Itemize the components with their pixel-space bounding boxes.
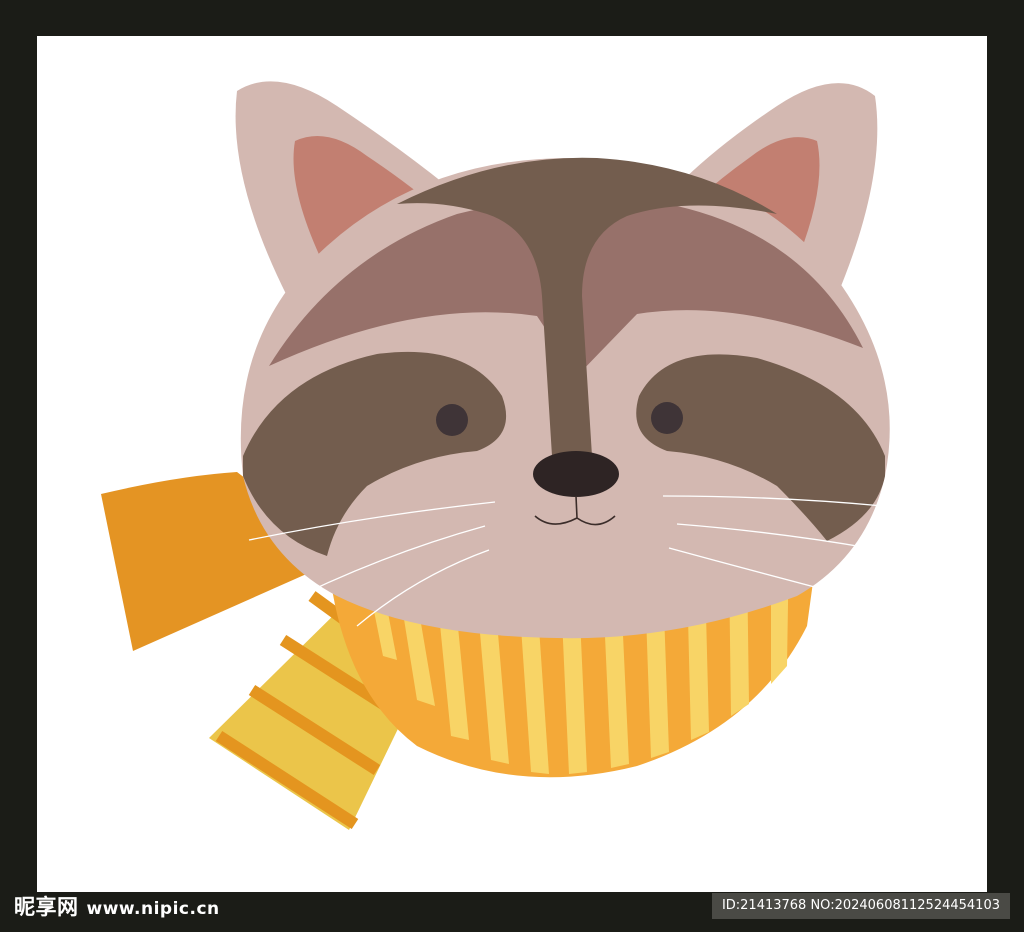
site-name: 昵享网 — [14, 895, 79, 919]
left-eye — [436, 404, 468, 436]
image-id-badge: ID:21413768 NO:20240608112524454103 — [711, 893, 1010, 919]
nose — [533, 451, 619, 497]
right-eye — [651, 402, 683, 434]
site-url: www.nipic.cn — [86, 899, 220, 919]
illustration-canvas — [37, 36, 987, 892]
raccoon-illustration — [101, 81, 890, 830]
site-watermark: 昵享网 www.nipic.cn — [14, 894, 220, 920]
